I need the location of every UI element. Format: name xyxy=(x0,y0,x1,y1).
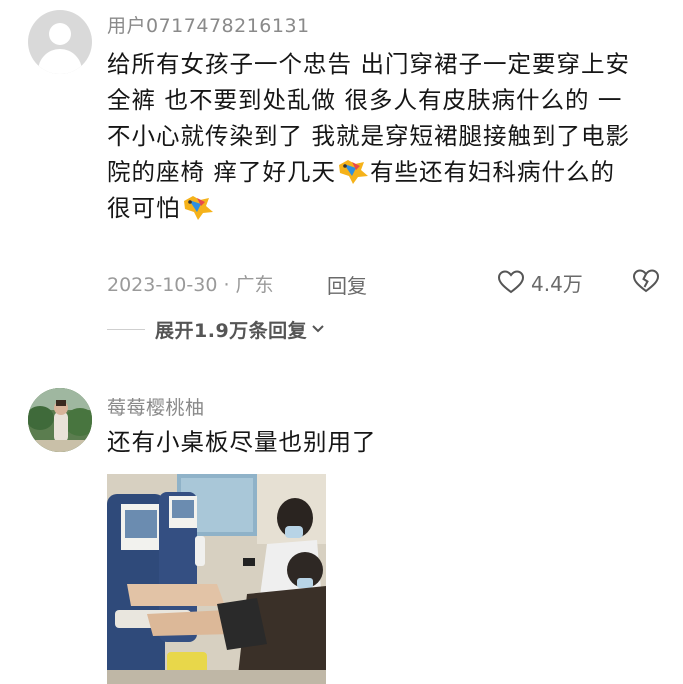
avatar[interactable] xyxy=(28,388,92,452)
comment-line-part: 院的座椅 痒了好几天 xyxy=(107,158,336,186)
avatar-photo xyxy=(28,388,92,452)
train-seat-photo xyxy=(107,474,326,684)
star-face-emoji xyxy=(183,196,213,220)
like-count: 4.4万 xyxy=(531,271,583,296)
comment-meta: 2023-10-30 · 广东 回复 4.4万 xyxy=(107,266,667,298)
username[interactable]: 用户0717478216131 xyxy=(107,11,310,38)
comment-line: 不小心就传染到了 我就是穿短裙腿接触到了电影 xyxy=(107,122,630,150)
comment-text: 给所有女孩子一个忠告 出门穿裙子一定要穿上安 全裤 也不要到处乱做 很多人有皮肤… xyxy=(107,46,667,226)
star-face-emoji xyxy=(338,160,368,184)
broken-heart-icon xyxy=(632,269,660,293)
comment-line: 给所有女孩子一个忠告 出门穿裙子一定要穿上安 xyxy=(107,50,630,78)
comment-line-with-emoji: 很可怕 xyxy=(107,190,667,226)
comment-line-with-emoji: 院的座椅 痒了好几天 有些还有妇科病什么的 xyxy=(107,154,667,190)
comment-line-part: 很可怕 xyxy=(107,194,181,222)
chevron-down-icon xyxy=(312,325,324,333)
like-button[interactable]: 4.4万 xyxy=(497,266,583,298)
avatar-shoulders-shape xyxy=(38,49,82,74)
date-location: 2023-10-30 · 广东 xyxy=(107,274,274,296)
divider xyxy=(107,328,145,330)
comment-line-part: 有些还有妇科病什么的 xyxy=(369,158,615,186)
heart-outline-icon xyxy=(497,270,525,294)
comment-line: 全裤 也不要到处乱做 很多人有皮肤病什么的 一 xyxy=(107,86,623,114)
expand-replies-label: 展开1.9万条回复 xyxy=(155,319,308,342)
comment-text: 还有小桌板尽量也别用了 xyxy=(107,424,667,460)
dislike-button[interactable] xyxy=(632,268,660,299)
reply-button[interactable]: 回复 xyxy=(327,270,367,299)
avatar[interactable] xyxy=(28,10,92,74)
expand-replies-button[interactable]: 展开1.9万条回复 xyxy=(107,313,325,345)
avatar-head-shape xyxy=(49,23,71,45)
username[interactable]: 莓莓樱桃柚 xyxy=(107,393,205,420)
comment-line: 还有小桌板尽量也别用了 xyxy=(107,428,377,456)
comment-image[interactable] xyxy=(107,474,326,684)
